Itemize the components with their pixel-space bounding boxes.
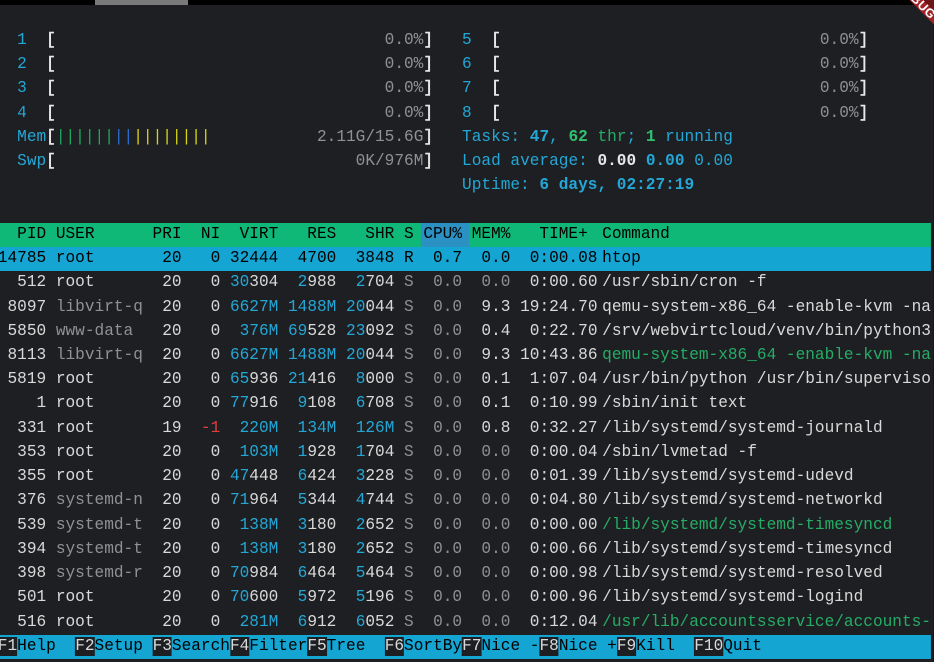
svg-text:DEBUG: DEBUG bbox=[895, 0, 934, 22]
